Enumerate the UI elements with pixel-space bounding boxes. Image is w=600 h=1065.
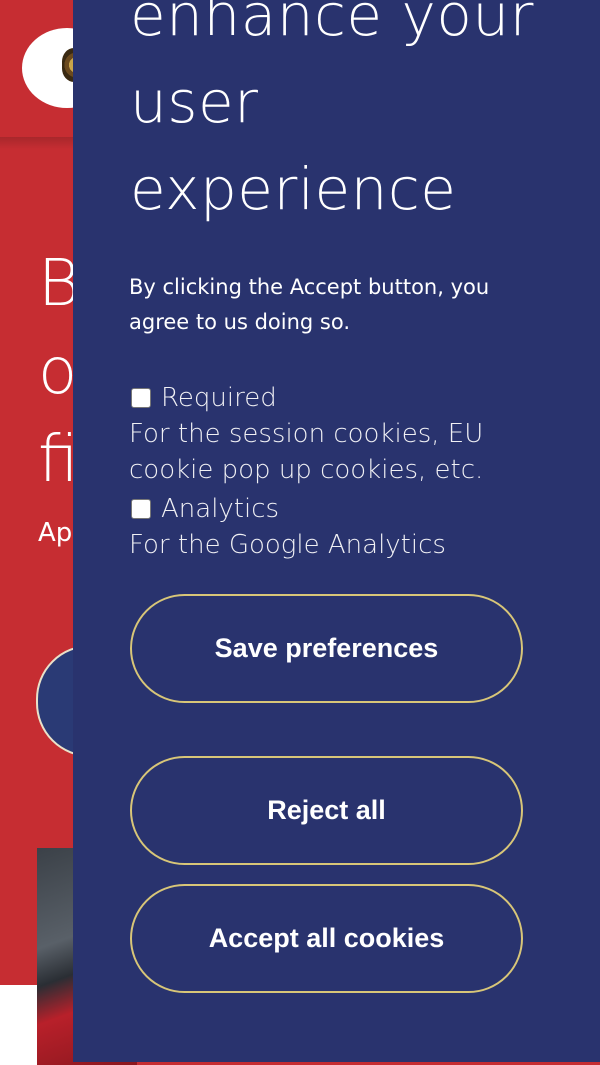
page-edge: [0, 985, 37, 1065]
accept-all-cookies-button[interactable]: Accept all cookies: [130, 884, 523, 993]
analytics-description: For the Google Analytics: [129, 530, 446, 560]
reject-all-button[interactable]: Reject all: [130, 756, 523, 865]
analytics-checkbox[interactable]: [131, 499, 151, 519]
required-checkbox[interactable]: [131, 388, 151, 408]
cookie-consent-panel: enhance your user experience By clicking…: [73, 0, 600, 1062]
hero-subtitle: Ap: [38, 518, 73, 548]
save-preferences-button[interactable]: Save preferences: [130, 594, 523, 703]
analytics-label: Analytics: [161, 494, 280, 524]
cookie-title: enhance your user experience: [130, 0, 534, 223]
required-label: Required: [161, 383, 277, 413]
preference-analytics: Analytics For the Google Analytics: [129, 491, 569, 563]
required-description: For the session cookies, EU cookie pop u…: [129, 419, 484, 485]
cookie-description: By clicking the Accept button, you agree…: [129, 275, 490, 334]
preference-required: Required For the session cookies, EU coo…: [129, 380, 569, 488]
